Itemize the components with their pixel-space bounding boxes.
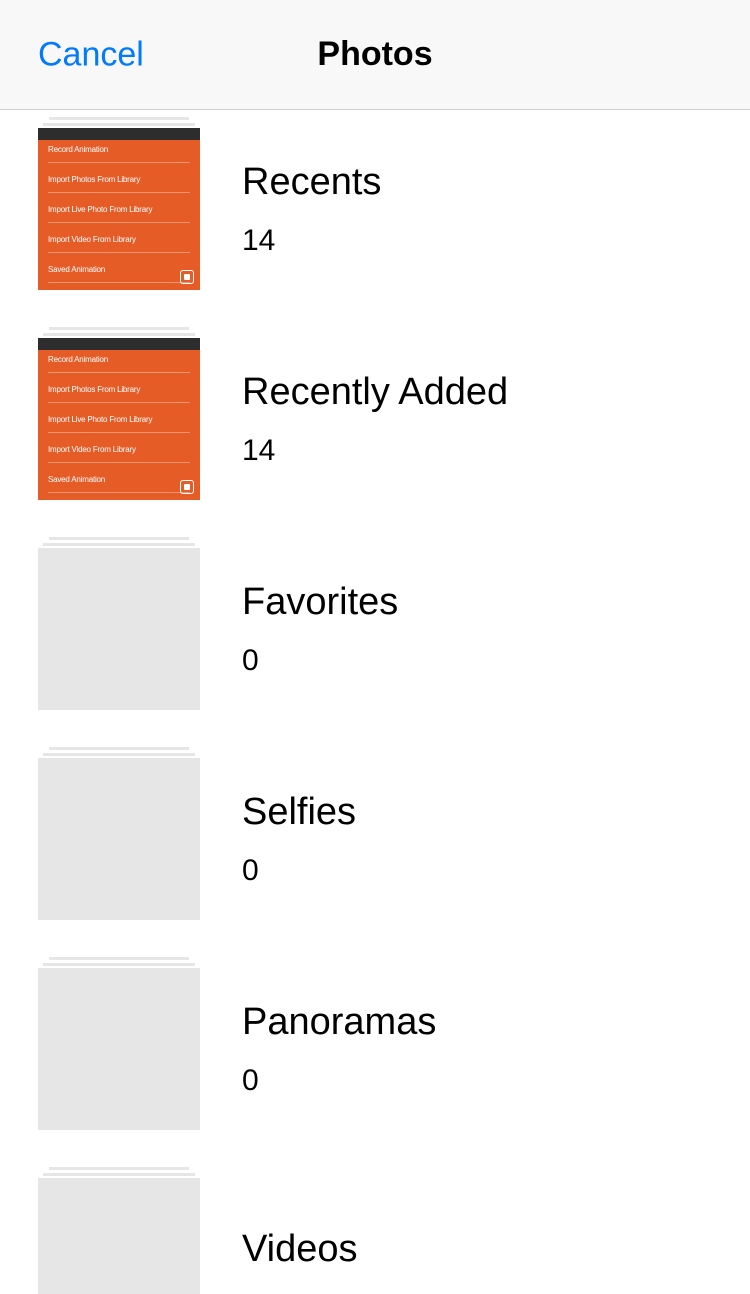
thumb-preview-text: Import Video From Library [48, 235, 136, 244]
album-thumbnail [38, 548, 200, 710]
thumb-preview-text: Saved Animation [48, 475, 105, 484]
album-info: Panoramas 0 [242, 1001, 436, 1098]
album-info: Favorites 0 [242, 581, 398, 678]
thumb-preview-text: Import Photos From Library [48, 385, 140, 394]
album-name: Videos [242, 1228, 358, 1271]
album-thumbnail [38, 1178, 200, 1294]
album-name: Selfies [242, 791, 356, 834]
album-thumbnail: Record Animation Import Photos From Libra… [38, 338, 200, 500]
header-bar: Cancel Photos [0, 0, 750, 110]
thumb-preview-text: Record Animation [48, 355, 108, 364]
album-name: Panoramas [242, 1001, 436, 1044]
album-count: 0 [242, 644, 398, 678]
album-thumbnail [38, 758, 200, 920]
thumb-preview-text: Record Animation [48, 145, 108, 154]
album-count: 0 [242, 1064, 436, 1098]
album-name: Recently Added [242, 371, 508, 414]
thumb-preview-text: Import Live Photo From Library [48, 415, 152, 424]
album-info: Recents 14 [242, 161, 381, 258]
thumb-preview-text: Import Live Photo From Library [48, 205, 152, 214]
album-name: Recents [242, 161, 381, 204]
thumb-preview-text: Import Video From Library [48, 445, 136, 454]
album-row-recently-added[interactable]: Record Animation Import Photos From Libra… [0, 338, 750, 548]
album-count: 14 [242, 434, 508, 468]
album-row-videos[interactable]: Videos [0, 1178, 750, 1294]
cancel-button[interactable]: Cancel [38, 35, 144, 74]
album-row-recents[interactable]: Record Animation Import Photos From Libra… [0, 128, 750, 338]
album-info: Recently Added 14 [242, 371, 508, 468]
album-row-favorites[interactable]: Favorites 0 [0, 548, 750, 758]
album-row-selfies[interactable]: Selfies 0 [0, 758, 750, 968]
album-name: Favorites [242, 581, 398, 624]
album-row-panoramas[interactable]: Panoramas 0 [0, 968, 750, 1178]
album-thumbnail [38, 968, 200, 1130]
album-thumbnail: Record Animation Import Photos From Libra… [38, 128, 200, 290]
album-count: 0 [242, 854, 356, 888]
album-info: Selfies 0 [242, 791, 356, 888]
stop-icon [180, 480, 194, 494]
album-count: 14 [242, 224, 381, 258]
album-info: Videos [242, 1228, 358, 1291]
stop-icon [180, 270, 194, 284]
thumb-preview-text: Saved Animation [48, 265, 105, 274]
albums-list: Record Animation Import Photos From Libra… [0, 110, 750, 1294]
thumb-preview-text: Import Photos From Library [48, 175, 140, 184]
